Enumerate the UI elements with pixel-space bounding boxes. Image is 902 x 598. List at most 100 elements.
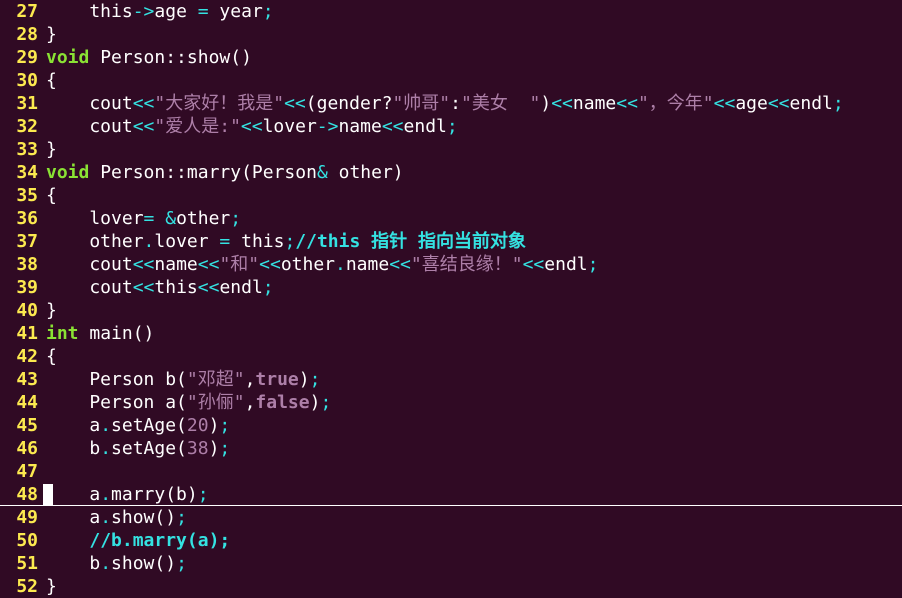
code-text[interactable]: Person a("孙俪",false); (38, 391, 331, 414)
code-token: & (165, 208, 177, 229)
line-number: 51 (16, 553, 38, 574)
code-token: { (46, 70, 57, 91)
code-editor[interactable]: 27 this->age = year; 28} 29 void Person::sh… (0, 0, 902, 598)
code-text[interactable]: other.lover = this;//this 指针 指向当前对象 (38, 230, 526, 253)
code-text[interactable]: Person b("邓超",true); (38, 368, 320, 391)
code-token: << (381, 116, 404, 137)
code-token: , (244, 392, 256, 413)
code-token: "帅哥" (392, 93, 451, 114)
line-number: 30 (16, 70, 38, 91)
line-number: 33 (16, 139, 38, 160)
code-line[interactable]: 49 a.show(); (0, 506, 902, 529)
code-token: << (132, 254, 155, 275)
code-token: cout (46, 254, 133, 275)
code-token: ; (197, 484, 209, 505)
code-token: other (280, 254, 335, 275)
code-token: . (100, 415, 112, 436)
code-text[interactable]: b.show(); (38, 552, 187, 575)
code-text[interactable]: } (38, 23, 57, 46)
code-line[interactable]: 51 b.show(); (0, 552, 902, 575)
code-token: Person::marry(Person (89, 162, 317, 183)
code-text[interactable]: b.setAge(38); (38, 437, 230, 460)
code-token: cout (46, 93, 133, 114)
code-token: endl (219, 277, 263, 298)
code-line[interactable]: 34 void Person::marry(Person& other) (0, 161, 902, 184)
code-text[interactable]: { (38, 184, 57, 207)
line-number: 47 (16, 461, 38, 482)
code-token: << (197, 277, 220, 298)
code-token: << (132, 116, 155, 137)
code-token: lover (154, 231, 220, 252)
code-line[interactable]: 33} (0, 138, 902, 161)
line-number: 48 (16, 484, 38, 505)
line-number: 36 (16, 208, 38, 229)
code-token: endl (789, 93, 833, 114)
code-text[interactable]: this->age = year; (38, 0, 273, 23)
code-token: << (551, 93, 573, 114)
code-text[interactable]: } (38, 138, 57, 161)
code-line[interactable]: 30 { (0, 69, 902, 92)
code-token: a (46, 415, 101, 436)
code-line[interactable]: 47 (0, 460, 902, 483)
code-line[interactable]: 42 { (0, 345, 902, 368)
code-token: , (244, 369, 256, 390)
code-text[interactable]: } (38, 299, 57, 322)
code-line[interactable]: 35 { (0, 184, 902, 207)
code-token: other (176, 208, 231, 229)
line-number: 52 (16, 576, 38, 597)
code-token: ) (540, 93, 552, 114)
code-text[interactable]: int main() (38, 322, 154, 345)
code-token: "大家好！我是" (154, 93, 285, 114)
code-token: (gender? (305, 93, 393, 114)
code-token: ; (176, 507, 187, 528)
code-line[interactable]: 29 void Person::show() (0, 46, 902, 69)
code-text[interactable]: void Person::marry(Person& other) (38, 161, 404, 184)
code-line[interactable]: 32 cout<<"爱人是:"<<lover->name<<endl; (0, 115, 902, 138)
code-token: cout (46, 116, 133, 137)
code-token: false (255, 392, 310, 413)
code-line[interactable]: 41 int main() (0, 322, 902, 345)
line-number: 44 (16, 392, 38, 413)
code-text[interactable]: } (38, 575, 57, 598)
code-token: << (240, 116, 263, 137)
code-line[interactable]: 44 Person a("孙俪",false); (0, 391, 902, 414)
code-token: << (284, 93, 306, 114)
code-line[interactable]: 39 cout<<this<<endl; (0, 276, 902, 299)
code-token: : (450, 93, 461, 114)
code-text[interactable]: cout<<this<<endl; (38, 276, 273, 299)
code-token: -> (132, 1, 155, 22)
code-text[interactable]: cout<<name<<"和"<<other.name<<"喜结良缘！"<<en… (38, 253, 598, 276)
code-line[interactable]: 38 cout<<name<<"和"<<other.name<<"喜结良缘！"<… (0, 253, 902, 276)
code-token: cout (46, 277, 133, 298)
code-token: this (230, 231, 285, 252)
code-text[interactable]: a.show(); (38, 506, 187, 529)
code-line[interactable]: 43 Person b("邓超",true); (0, 368, 902, 391)
code-line[interactable]: 50 //b.marry(a); (0, 529, 902, 552)
code-token: lover (46, 208, 144, 229)
code-token: { (46, 185, 57, 206)
code-text[interactable]: { (38, 69, 57, 92)
code-line[interactable]: 46 b.setAge(38); (0, 437, 902, 460)
code-token: show() (111, 553, 177, 574)
line-number: 35 (16, 185, 38, 206)
code-text[interactable]: lover= &other; (38, 207, 241, 230)
code-text[interactable]: { (38, 345, 57, 368)
code-line[interactable]: 27 this->age = year; (0, 0, 902, 23)
code-line[interactable]: 37 other.lover = this;//this 指针 指向当前对象 (0, 230, 902, 253)
code-line[interactable]: 52} (0, 575, 902, 598)
code-token: . (335, 254, 346, 275)
code-line[interactable]: 31 cout<<"大家好！我是"<<(gender?"帅哥":"美女 ")<<… (0, 92, 902, 115)
code-token: = (143, 208, 155, 229)
code-line[interactable]: 28} (0, 23, 902, 46)
code-text[interactable]: //b.marry(a); (38, 529, 230, 552)
code-token: //b.marry(a); (89, 530, 231, 551)
code-line[interactable]: 48 a.marry(b); (0, 483, 902, 506)
code-text[interactable]: a.marry(b); (38, 483, 209, 506)
code-text[interactable]: cout<<"大家好！我是"<<(gender?"帅哥":"美女 ")<<nam… (38, 92, 843, 115)
code-line[interactable]: 40} (0, 299, 902, 322)
code-line[interactable]: 36 lover= &other; (0, 207, 902, 230)
code-text[interactable]: a.setAge(20); (38, 414, 230, 437)
code-text[interactable]: void Person::show() (38, 46, 252, 69)
code-line[interactable]: 45 a.setAge(20); (0, 414, 902, 437)
code-text[interactable]: cout<<"爱人是:"<<lover->name<<endl; (38, 115, 457, 138)
